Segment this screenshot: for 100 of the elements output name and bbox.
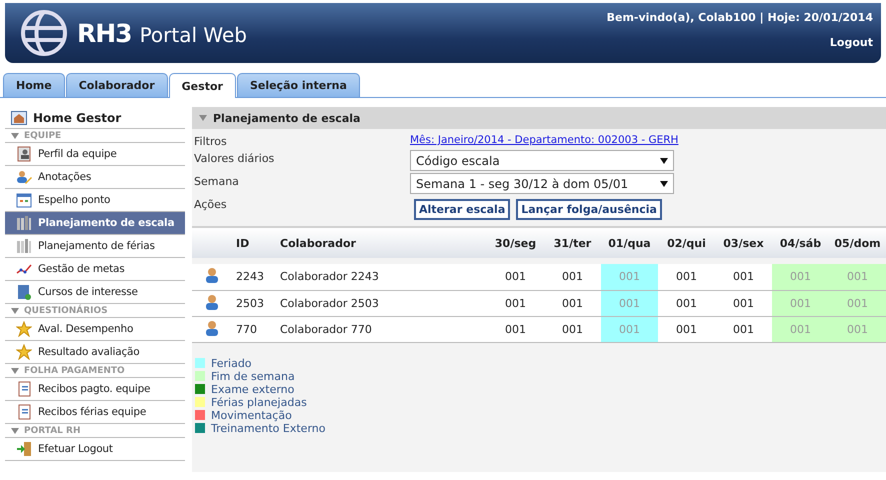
document-icon xyxy=(16,404,32,420)
column-header: 03/sex xyxy=(715,228,772,258)
globe-logo-icon xyxy=(19,8,69,58)
profile-book-icon xyxy=(16,146,32,162)
day-cell: 001 xyxy=(829,316,886,342)
day-cell: 001 xyxy=(658,316,715,342)
legend-label: Movimentação xyxy=(211,408,292,422)
column-header: 02/qui xyxy=(658,228,715,258)
menu-item[interactable]: Recibos pagto. equipe xyxy=(5,378,185,401)
day-cell: 001 xyxy=(715,264,772,290)
column-header: 30/seg xyxy=(487,228,544,258)
day-cell: 001 xyxy=(601,316,658,342)
caret-icon xyxy=(11,368,19,374)
menu-item[interactable]: Cursos de interesse xyxy=(5,281,185,304)
select-value: Semana 1 - seg 30/12 à dom 05/01 xyxy=(416,176,628,190)
caret-icon xyxy=(11,428,19,434)
table-cell: Colaborador 2243 xyxy=(276,264,487,290)
day-cell: 001 xyxy=(601,290,658,316)
dropdown-caret-icon xyxy=(660,158,668,164)
menu-item[interactable]: Recibos férias equipe xyxy=(5,401,185,424)
nav-tab[interactable]: Colaborador xyxy=(66,73,168,97)
exit-door-icon xyxy=(16,441,32,457)
select-value: Código escala xyxy=(416,154,500,168)
action-button[interactable]: Lançar folga/ausência xyxy=(516,199,662,220)
calendar-icon xyxy=(16,192,32,208)
field-label: Valores diários xyxy=(194,151,276,167)
house-icon xyxy=(11,110,27,124)
section-title: QUESTIONÁRIOS xyxy=(24,306,108,316)
day-cell: 001 xyxy=(658,290,715,316)
menu-item[interactable]: Aval. Desempenho xyxy=(5,318,185,341)
column-header: 04/sáb xyxy=(772,228,829,258)
menu-label: Cursos de interesse xyxy=(38,286,138,298)
menu-item[interactable]: Efetuar Logout xyxy=(5,438,185,461)
day-cell: 001 xyxy=(772,290,829,316)
week-select[interactable]: Semana 1 - seg 30/12 à dom 05/01 xyxy=(410,173,674,194)
section-title: EQUIPE xyxy=(24,130,62,140)
star-icon xyxy=(16,344,32,360)
legend-label: Exame externo xyxy=(211,382,294,396)
section-title: FOLHA PAGAMENTO xyxy=(24,366,125,376)
day-cell: 001 xyxy=(487,316,544,342)
legend-label: Feriado xyxy=(211,356,252,370)
column-header: 05/dom xyxy=(829,228,886,258)
section-title: PORTAL RH xyxy=(24,426,81,436)
day-cell: 001 xyxy=(544,264,601,290)
field-label: Ações xyxy=(194,197,228,213)
menu-label: Espelho ponto xyxy=(38,194,110,206)
caret-icon xyxy=(11,308,19,314)
table-cell: Colaborador 2503 xyxy=(276,290,487,316)
panel-title: Planejamento de escala xyxy=(213,112,360,124)
field-label: Filtros xyxy=(194,134,228,148)
logout-link[interactable]: Logout xyxy=(830,36,873,49)
menu-item[interactable]: Planejamento de férias xyxy=(5,235,185,258)
menu-item[interactable]: Anotações xyxy=(5,166,185,189)
user-icon xyxy=(205,294,219,310)
menu-item[interactable]: Resultado avaliação xyxy=(5,341,185,364)
menu-label: Perfil da equipe xyxy=(38,148,117,160)
menu-label: Planejamento de férias xyxy=(38,240,155,252)
column-header: ID xyxy=(232,228,276,258)
menu-label: Anotações xyxy=(38,171,92,183)
dropdown-caret-icon xyxy=(660,180,668,186)
home-menu-item[interactable]: Home Gestor xyxy=(5,107,185,129)
legend-label: Treinamento Externo xyxy=(211,422,326,434)
bar-columns-icon xyxy=(16,215,32,231)
menu-label: Aval. Desempenho xyxy=(38,323,134,335)
user-icon xyxy=(205,320,219,336)
daily-values-select[interactable]: Código escala xyxy=(410,150,674,171)
day-cell: 001 xyxy=(487,290,544,316)
legend-label: Férias planejadas xyxy=(211,396,307,408)
menu-label: Efetuar Logout xyxy=(38,443,113,455)
product-name: Portal Web xyxy=(140,23,247,47)
nav-tab[interactable]: Home xyxy=(3,73,65,97)
menu-label: Recibos férias equipe xyxy=(38,406,146,418)
menu-label: Home Gestor xyxy=(33,110,122,124)
nav-tab[interactable]: Gestor xyxy=(168,73,236,98)
menu-item[interactable]: Gestão de metas xyxy=(5,258,185,281)
bar-columns-icon xyxy=(16,238,32,254)
day-cell: 001 xyxy=(544,316,601,342)
filters-link[interactable]: Mês: Janeiro/2014 - Departamento: 002003 - GERH xyxy=(410,134,678,146)
menu-label: Resultado avaliação xyxy=(38,346,140,358)
brand-name: RH3 xyxy=(77,18,132,48)
star-icon xyxy=(16,321,32,337)
field-label: Semana xyxy=(194,174,240,190)
book-icon xyxy=(16,284,32,300)
legend-label: Fim de semana xyxy=(211,370,295,382)
day-cell: 001 xyxy=(601,264,658,290)
menu-label: Planejamento de escala xyxy=(38,217,174,229)
menu-label: Recibos pagto. equipe xyxy=(38,383,150,395)
day-cell: 001 xyxy=(772,316,829,342)
document-icon xyxy=(16,381,32,397)
menu-item[interactable]: Planejamento de escala xyxy=(5,212,185,235)
day-cell: 001 xyxy=(544,290,601,316)
action-button[interactable]: Alterar escala xyxy=(414,199,510,220)
column-header: 31/ter xyxy=(544,228,601,258)
column-header: Colaborador xyxy=(276,228,487,258)
day-cell: 001 xyxy=(829,290,886,316)
nav-tab[interactable]: Seleção interna xyxy=(236,73,360,97)
column-header: 01/qua xyxy=(601,228,658,258)
menu-item[interactable]: Perfil da equipe xyxy=(5,143,185,166)
person-pencil-icon xyxy=(16,169,32,185)
table-cell: 770 xyxy=(232,316,276,342)
